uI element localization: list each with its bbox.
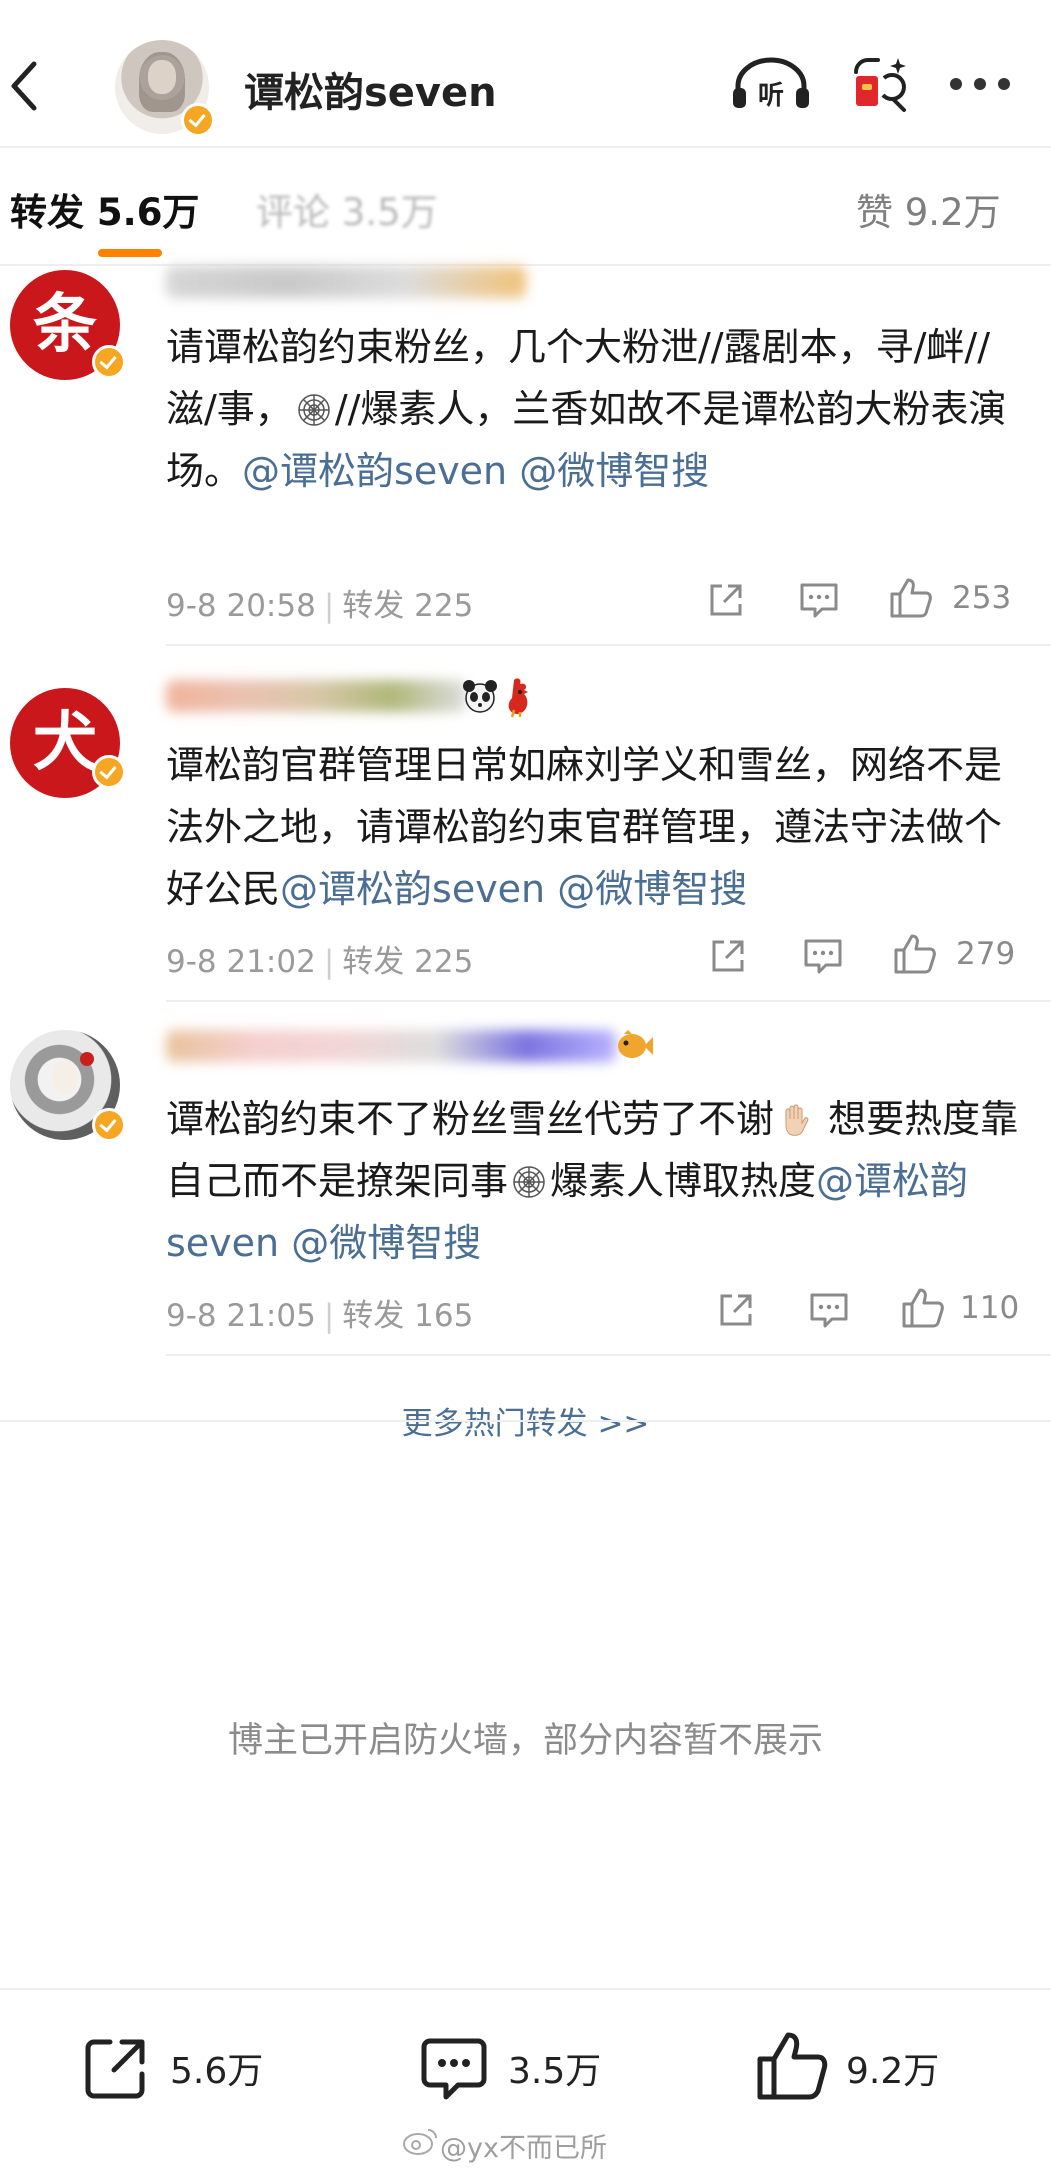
divider bbox=[166, 1354, 1051, 1356]
page-title: 谭松韵seven bbox=[244, 70, 497, 116]
panda-emoji-icon bbox=[463, 680, 497, 713]
verified-badge-icon bbox=[92, 1108, 126, 1142]
comment-icon[interactable] bbox=[418, 2030, 490, 2110]
listen-icon[interactable]: 听 bbox=[730, 56, 812, 112]
like-icon[interactable] bbox=[754, 2026, 830, 2106]
like-count: 253 bbox=[952, 580, 1012, 616]
repost-text: 谭松韵官群管理日常如麻刘学义和雪丝，网络不是法外之地，请谭松韵约束官群管理，遵法… bbox=[166, 743, 1003, 911]
share-icon[interactable] bbox=[716, 1290, 756, 1330]
divider bbox=[0, 1420, 1051, 1422]
username-blurred[interactable] bbox=[166, 680, 466, 712]
repost-meta: 9-8 21:05 | 转发 165 bbox=[166, 1298, 474, 1334]
mention-link[interactable]: @微博智搜 bbox=[291, 1221, 481, 1265]
repost-count: 5.6万 bbox=[170, 2051, 264, 2092]
repost-meta: 9-8 21:02 | 转发 225 bbox=[166, 944, 474, 980]
like-count: 9.2万 bbox=[846, 2051, 940, 2092]
svg-text:听: 听 bbox=[758, 81, 784, 111]
spiderweb-icon bbox=[298, 394, 330, 426]
fish-emoji-icon bbox=[618, 1030, 653, 1058]
spiderweb-icon bbox=[513, 1166, 545, 1198]
divider bbox=[0, 264, 1051, 266]
comment-icon[interactable] bbox=[808, 1290, 850, 1330]
tab-active-indicator bbox=[98, 249, 162, 257]
repost-text: 请谭松韵约束粉丝，几个大粉泄//露剧本，寻/衅//滋/事，//爆素人，兰香如故不… bbox=[166, 325, 1007, 493]
comment-icon[interactable] bbox=[798, 580, 840, 620]
mention-link[interactable]: @微博智搜 bbox=[519, 449, 709, 493]
chevron-left-icon[interactable] bbox=[6, 58, 46, 114]
tab-repost[interactable]: 转发 5.6万 bbox=[10, 182, 199, 236]
more-icon[interactable] bbox=[948, 78, 1012, 94]
repost-icon[interactable] bbox=[80, 2028, 152, 2108]
divider bbox=[166, 644, 1051, 646]
divider bbox=[0, 146, 1051, 148]
comment-count: 3.5万 bbox=[508, 2051, 602, 2092]
watermark: @yx不而已所 bbox=[440, 2133, 607, 2164]
repost-text: 谭松韵约束不了粉丝雪丝代劳了不谢 想要热度靠自己而不是撩架同事 爆素人博取热度@谭… bbox=[166, 1097, 1019, 1265]
username-blurred[interactable] bbox=[166, 1030, 616, 1062]
divider bbox=[0, 1988, 1051, 1990]
like-icon[interactable] bbox=[900, 1286, 946, 1330]
share-icon[interactable] bbox=[706, 580, 746, 620]
verified-badge-icon bbox=[92, 345, 126, 379]
red-packet-search-icon[interactable] bbox=[848, 54, 910, 116]
tab-comment[interactable]: 评论 3.5万 bbox=[256, 182, 438, 236]
rooster-emoji-icon bbox=[508, 678, 528, 718]
top-bar: 谭松韵seven 听 bbox=[0, 0, 1051, 146]
mention-link[interactable]: @谭松韵seven bbox=[280, 867, 545, 911]
repost-meta: 9-8 20:58 | 转发 225 bbox=[166, 588, 474, 624]
verified-badge-icon bbox=[92, 755, 126, 789]
weibo-logo-icon bbox=[403, 2129, 437, 2155]
like-count: 110 bbox=[960, 1290, 1020, 1326]
mention-link[interactable]: @微博智搜 bbox=[557, 867, 747, 911]
verified-badge-icon bbox=[181, 103, 215, 137]
share-icon[interactable] bbox=[708, 936, 748, 976]
tab-like[interactable]: 赞 9.2万 bbox=[856, 182, 1001, 236]
username-blurred[interactable] bbox=[166, 266, 526, 298]
like-icon[interactable] bbox=[892, 932, 938, 976]
like-icon[interactable] bbox=[888, 576, 934, 620]
like-count: 279 bbox=[956, 936, 1016, 972]
divider bbox=[166, 1000, 1051, 1002]
mention-link[interactable]: @谭松韵seven bbox=[242, 449, 507, 493]
comment-icon[interactable] bbox=[802, 936, 844, 976]
raised-hand-emoji-icon bbox=[785, 1104, 809, 1136]
firewall-notice: 博主已开启防火墙，部分内容暂不展示 bbox=[227, 1721, 823, 1761]
